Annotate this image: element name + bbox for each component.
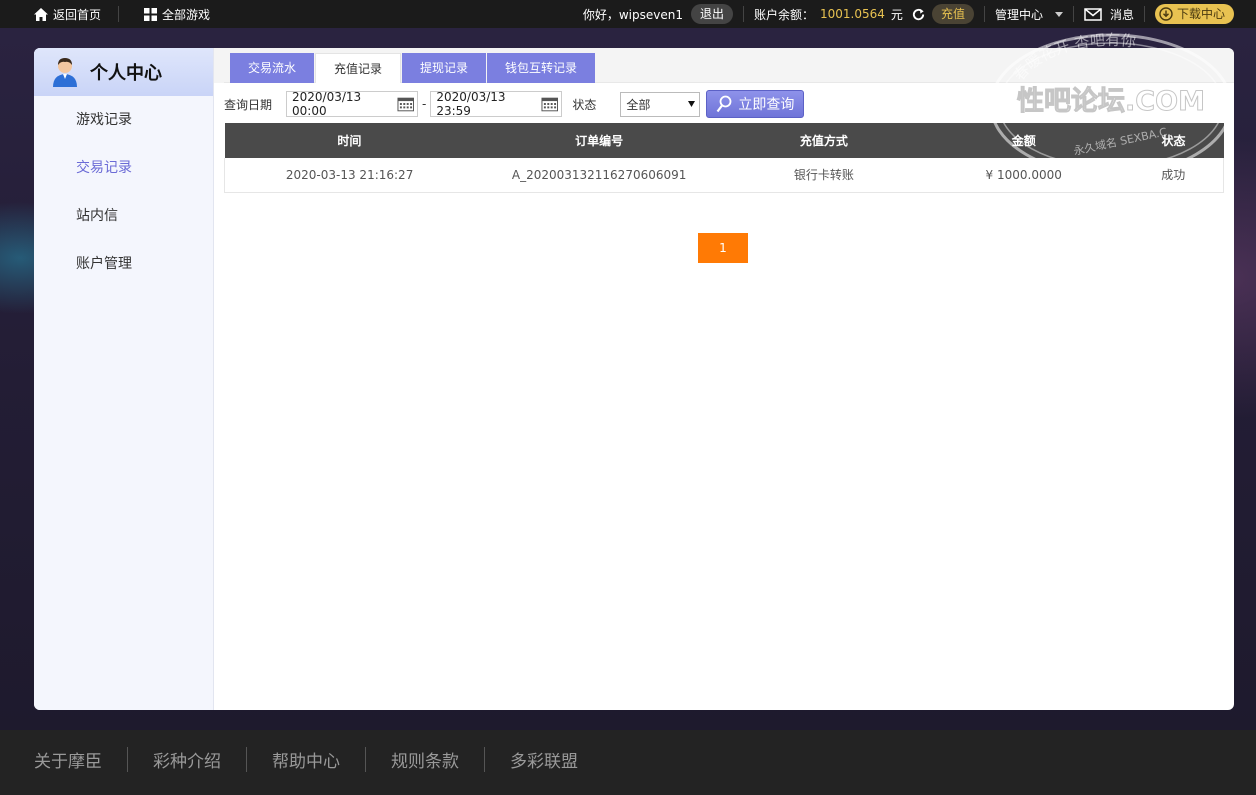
status-select-value: 全部 [626, 97, 651, 112]
download-center-label: 下载中心 [1176, 7, 1225, 21]
cell-time: 2020-03-13 21:16:27 [224, 158, 475, 193]
refresh-icon[interactable] [911, 7, 926, 22]
footer-link-alliance[interactable]: 多彩联盟 [484, 746, 603, 772]
footer-link-help[interactable]: 帮助中心 [246, 746, 365, 772]
status-label: 状态 [572, 97, 597, 112]
calendar-icon[interactable] [541, 96, 558, 112]
search-button-label: 立即查询 [738, 97, 795, 113]
sidebar: 个人中心 游戏记录 交易记录 站内信 账户管理 [34, 48, 214, 710]
page-button-1[interactable]: 1 [698, 233, 748, 263]
divider [118, 6, 119, 22]
balance-value: 1001.0564 [820, 7, 885, 21]
chevron-down-icon[interactable] [1054, 11, 1063, 17]
home-icon [34, 7, 48, 21]
footer-links: 关于摩臣 彩种介绍 帮助中心 规则条款 多彩联盟 [34, 746, 603, 772]
home-link[interactable]: 返回首页 [34, 0, 101, 28]
column-header: 充值方式 [724, 123, 924, 158]
user-bar: 你好，wipseven1 退出 账户余额： 1001.0564 元 充值 管理中… [583, 0, 1234, 28]
download-icon [1159, 7, 1173, 21]
download-center-button[interactable]: 下载中心 [1154, 4, 1234, 24]
dropdown-arrow-icon [688, 101, 696, 107]
messages-link[interactable]: 消息 [1110, 6, 1134, 23]
date-to-field[interactable]: 2020/03/13 23:59 [430, 90, 563, 118]
logout-button[interactable]: 退出 [690, 4, 733, 24]
all-games-link[interactable]: 全部游戏 [144, 0, 210, 28]
cell-status: 成功 [1123, 158, 1224, 193]
footer: 关于摩臣 彩种介绍 帮助中心 规则条款 多彩联盟 [0, 730, 1256, 795]
sidebar-title: 个人中心 [90, 63, 162, 84]
tab-bar: 交易流水 充值记录 提现记录 钱包互转记录 [230, 53, 596, 83]
column-header: 金额 [923, 123, 1124, 158]
query-bar: 查询日期 2020/03/13 00:00 - 2020/03/13 23:59… [224, 90, 805, 118]
greeting-text: 你好，wipseven1 [582, 7, 683, 22]
user-avatar-icon [53, 58, 77, 87]
all-games-label: 全部游戏 [162, 7, 211, 22]
divider [1143, 6, 1145, 22]
grid-icon [144, 7, 157, 21]
footer-link-about[interactable]: 关于摩臣 [34, 747, 127, 772]
manage-center-menu[interactable]: 管理中心 [995, 6, 1043, 23]
status-select[interactable]: 全部 [620, 91, 701, 117]
balance-label: 账户余额： [754, 7, 815, 22]
recharge-table: 时间 订单编号 充值方式 金额 状态 2020-03-13 21:16:27 A… [224, 123, 1224, 193]
divider [1072, 6, 1074, 22]
search-icon [716, 95, 732, 113]
sidebar-item-transactions[interactable]: 交易记录 [34, 144, 213, 192]
date-from-value: 2020/03/13 00:00 [292, 90, 362, 118]
cell-method: 银行卡转账 [724, 158, 924, 193]
calendar-icon[interactable] [397, 96, 414, 112]
tab-transaction-flow[interactable]: 交易流水 [230, 53, 315, 83]
main-panel: 个人中心 游戏记录 交易记录 站内信 账户管理 交易流水 充值记录 提现记录 钱… [34, 48, 1234, 710]
cell-amount: ¥ 1000.0000 [923, 158, 1124, 193]
column-header: 订单编号 [474, 123, 725, 158]
sidebar-item-game-records[interactable]: 游戏记录 [34, 96, 213, 144]
date-separator: - [422, 97, 427, 111]
content-area: 交易流水 充值记录 提现记录 钱包互转记录 查询日期 2020/03/13 00… [214, 48, 1234, 710]
divider [743, 6, 744, 22]
table-row: 2020-03-13 21:16:27 A_202003132116270606… [224, 158, 1224, 193]
sidebar-item-inbox[interactable]: 站内信 [34, 192, 213, 240]
recharge-button[interactable]: 充值 [931, 4, 974, 24]
column-header: 状态 [1123, 123, 1224, 158]
date-label: 查询日期 [224, 97, 273, 112]
tab-withdraw-records[interactable]: 提现记录 [402, 53, 487, 83]
table-header-row: 时间 订单编号 充值方式 金额 状态 [224, 123, 1224, 158]
home-link-label: 返回首页 [53, 7, 102, 22]
cell-order-number: A_202003132116270606091 [474, 158, 725, 193]
divider [983, 6, 985, 22]
column-header: 时间 [224, 123, 475, 158]
balance-unit: 元 [890, 7, 903, 22]
sidebar-header: 个人中心 [34, 48, 213, 96]
tab-wallet-transfer[interactable]: 钱包互转记录 [487, 53, 596, 83]
footer-link-lottery-intro[interactable]: 彩种介绍 [127, 746, 246, 772]
date-from-field[interactable]: 2020/03/13 00:00 [286, 90, 419, 118]
footer-link-terms[interactable]: 规则条款 [365, 746, 484, 772]
tab-recharge-records[interactable]: 充值记录 [315, 53, 402, 83]
top-bar: 返回首页 全部游戏 你好，wipseven1 退出 账户余额： 1001.056… [0, 0, 1256, 28]
search-button[interactable]: 立即查询 [706, 90, 805, 118]
date-to-value: 2020/03/13 23:59 [436, 90, 506, 118]
sidebar-item-account[interactable]: 账户管理 [34, 240, 213, 288]
mail-icon[interactable] [1084, 7, 1102, 21]
